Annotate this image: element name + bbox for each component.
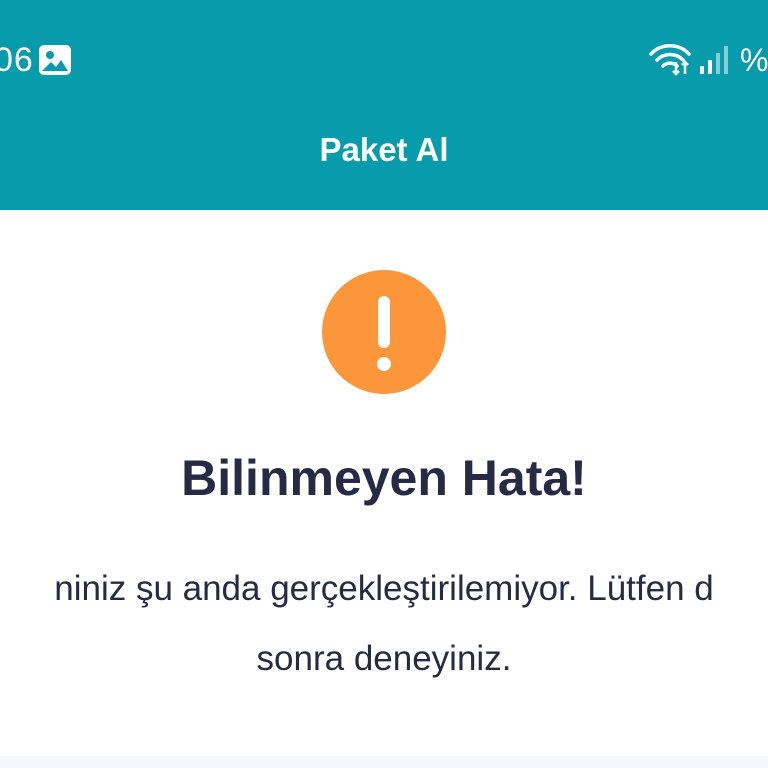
error-message: niniz şu anda gerçekleştirilemiyor. Lütf… <box>0 554 768 694</box>
error-message-line-2: sonra deneyiniz. <box>256 639 512 678</box>
status-time: 06 <box>0 41 34 79</box>
exclamation-dot <box>377 357 391 371</box>
app-bar: Paket Al <box>0 110 768 210</box>
exclamation-bar <box>378 296 390 348</box>
battery-percent: % <box>740 42 768 78</box>
signal-icon <box>700 46 728 74</box>
error-message-line-1: niniz şu anda gerçekleştirilemiyor. Lütf… <box>54 569 714 608</box>
status-bar: 06 % <box>0 0 768 110</box>
error-screen: Bilinmeyen Hata! niniz şu anda gerçekleş… <box>0 210 768 760</box>
exclamation-icon <box>322 270 446 394</box>
image-icon <box>39 45 71 75</box>
bottom-divider <box>0 756 768 768</box>
page-title: Paket Al <box>319 131 449 168</box>
wifi-icon <box>649 44 691 76</box>
error-title: Bilinmeyen Hata! <box>181 450 587 506</box>
